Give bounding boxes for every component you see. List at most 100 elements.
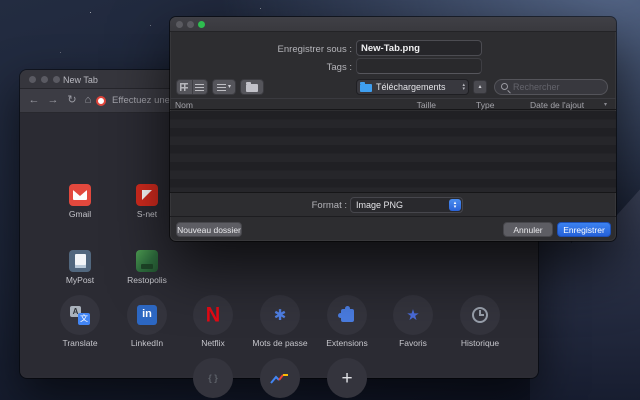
grid-view-icon — [180, 83, 189, 91]
linkedin-icon: in — [127, 295, 167, 335]
location-value: Téléchargements — [376, 82, 446, 92]
forward-icon[interactable]: → — [46, 93, 60, 108]
snet-mark-icon — [141, 189, 153, 201]
action-label: Netflix — [201, 338, 225, 348]
clock-hand-minute — [479, 314, 484, 316]
action-gists[interactable]: { } Gists — [180, 358, 246, 400]
zoom-icon[interactable] — [53, 76, 60, 83]
shortcut-gmail[interactable]: Gmail — [47, 184, 113, 219]
netflix-icon: N — [193, 295, 233, 335]
action-label: Historique — [460, 338, 500, 348]
back-icon[interactable]: ← — [27, 93, 41, 108]
search-icon — [500, 82, 510, 92]
format-popup[interactable]: Image PNG ▴ ▾ — [350, 197, 463, 213]
braces-icon: { } — [208, 373, 218, 383]
action-label: Favoris — [399, 338, 427, 348]
close-icon[interactable] — [176, 21, 183, 28]
action-label: Translate — [62, 338, 98, 348]
column-date-added[interactable]: Date de l'ajout — [530, 100, 584, 110]
wallpaper-stars — [90, 12, 91, 13]
action-history[interactable]: Historique — [447, 295, 513, 348]
netflix-glyph: N — [205, 302, 221, 327]
list-lines-icon — [216, 83, 226, 91]
chevron-up-icon: ▴ — [478, 84, 482, 90]
plus-icon: + — [341, 367, 353, 389]
column-name[interactable]: Nom — [175, 100, 193, 110]
action-label: LinkedIn — [130, 338, 164, 348]
chevron-down-icon: ▾ — [227, 84, 231, 90]
folder-action-button[interactable] — [240, 79, 264, 95]
trends-zigzag-icon — [270, 373, 288, 384]
cancel-button[interactable]: Annuler — [503, 222, 553, 237]
dialog-titlebar[interactable] — [170, 17, 616, 32]
tags-label: Tags : — [326, 62, 352, 73]
window-title: New Tab — [63, 75, 98, 85]
icon-view-button[interactable] — [177, 80, 192, 94]
action-extensions[interactable]: Extensions — [314, 295, 380, 348]
shortcut-label: Restopolis — [127, 275, 167, 285]
gists-icon: { } — [193, 358, 233, 398]
zoom-icon[interactable] — [198, 21, 205, 28]
file-list-header: Nom Taille Type Date de l'ajout ▾ — [170, 98, 616, 110]
format-stepper-icon: ▴ ▾ — [449, 199, 461, 211]
action-translate[interactable]: A 文 Translate — [47, 295, 113, 348]
search-field[interactable] — [494, 79, 608, 95]
location-popup[interactable]: Téléchargements ▴ ▾ — [356, 79, 469, 95]
tags-input[interactable] — [356, 58, 482, 74]
shortcut-label: Gmail — [68, 209, 92, 219]
translate-icon: A 文 — [60, 295, 100, 335]
action-label: Extensions — [326, 338, 368, 348]
save-dialog: Enregistrer sous : Tags : ▾ Téléchargeme… — [170, 17, 616, 241]
shortcut-mypost[interactable]: MyPost — [47, 250, 113, 285]
envelope-icon — [73, 190, 87, 200]
file-list[interactable] — [170, 111, 616, 193]
view-mode-segmented — [176, 79, 208, 95]
minimize-icon[interactable] — [187, 21, 194, 28]
translate-glyph: A 文 — [70, 305, 90, 325]
extensions-icon — [327, 295, 367, 335]
document-icon — [74, 254, 86, 268]
column-size[interactable]: Taille — [400, 100, 436, 110]
translate-b-icon: 文 — [78, 313, 90, 325]
reload-icon[interactable]: ↻ — [65, 93, 79, 108]
favorites-icon: ★ — [393, 295, 433, 335]
restopolis-icon — [136, 250, 158, 272]
star-icon: ★ — [406, 307, 420, 324]
arrange-menu-button[interactable]: ▾ — [212, 79, 236, 95]
trends-icon — [260, 358, 300, 398]
format-label: Format : — [311, 200, 347, 211]
linkedin-glyph: in — [137, 305, 157, 325]
list-view-button[interactable] — [191, 80, 207, 94]
save-button[interactable]: Enregistrer — [557, 222, 611, 237]
action-netflix[interactable]: N Netflix — [180, 295, 246, 348]
list-view-icon — [195, 83, 205, 91]
home-icon[interactable]: ⌂ — [81, 93, 95, 108]
filename-input[interactable] — [356, 40, 482, 56]
sort-chevron-icon[interactable]: ▾ — [604, 102, 607, 108]
action-trends[interactable]: Trends — [247, 358, 313, 400]
column-type[interactable]: Type — [476, 100, 494, 110]
new-folder-button[interactable]: Nouveau dossier — [176, 222, 242, 237]
shortcut-restopolis[interactable]: Restopolis — [114, 250, 180, 285]
minimize-icon[interactable] — [41, 76, 48, 83]
popup-stepper-icon: ▴ ▾ — [462, 82, 465, 92]
expand-dialog-button[interactable]: ▴ — [473, 80, 487, 94]
dialog-footer: Nouveau dossier Annuler Enregistrer — [170, 216, 616, 241]
history-icon — [460, 295, 500, 335]
format-value: Image PNG — [356, 200, 404, 210]
clock-icon — [472, 307, 488, 323]
shortcut-label: MyPost — [65, 275, 95, 285]
action-passwords[interactable]: ✱ Mots de passe — [247, 295, 313, 348]
close-icon[interactable] — [29, 76, 36, 83]
save-as-label: Enregistrer sous : — [277, 44, 352, 55]
action-linkedin[interactable]: in LinkedIn — [114, 295, 180, 348]
action-edit[interactable]: + Edit — [314, 358, 380, 400]
browser-traffic-lights — [29, 76, 60, 83]
action-favorites[interactable]: ★ Favoris — [380, 295, 446, 348]
dialog-traffic-lights — [176, 21, 205, 28]
snet-icon — [136, 184, 158, 206]
action-label: Mots de passe — [252, 338, 308, 348]
search-input[interactable] — [513, 82, 602, 92]
gmail-icon — [69, 184, 91, 206]
mypost-icon — [69, 250, 91, 272]
